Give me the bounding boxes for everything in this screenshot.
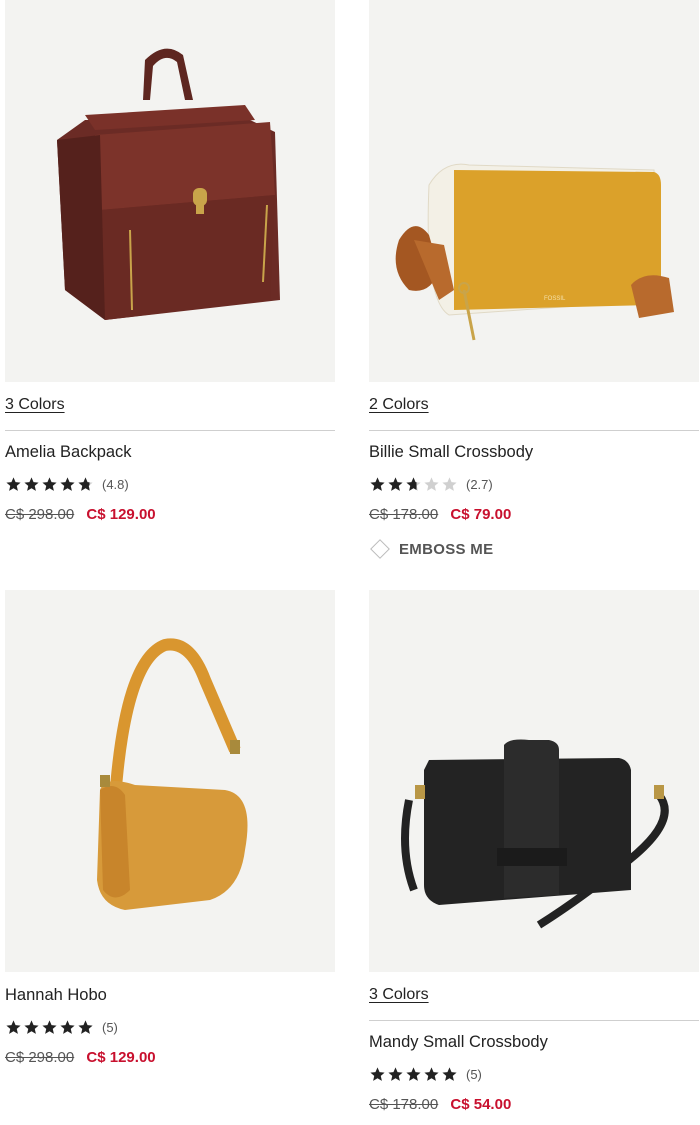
- product-image[interactable]: [369, 590, 699, 972]
- rating-stars: [369, 1066, 459, 1083]
- star-icon: [60, 1019, 75, 1034]
- star-icon: [78, 476, 93, 491]
- colors-link[interactable]: 3 Colors: [5, 394, 335, 416]
- product-card[interactable]: Hannah Hobo (5) C$ 298.00 C$ 129.00: [5, 590, 335, 1068]
- rating-count: (5): [102, 1019, 118, 1035]
- rating-stars: [369, 476, 459, 493]
- product-image[interactable]: [5, 0, 335, 382]
- sale-price: C$ 79.00: [450, 506, 512, 523]
- rating-count: (4.8): [102, 476, 129, 492]
- product-image[interactable]: FOSSIL: [369, 0, 699, 382]
- rating-count: (5): [466, 1066, 482, 1082]
- crossbody-image: FOSSIL: [395, 163, 674, 341]
- colors-link[interactable]: 3 Colors: [369, 984, 699, 1006]
- emboss-label: EMBOSS ME: [399, 540, 494, 558]
- rating-stars: [5, 1019, 95, 1036]
- original-price: C$ 298.00: [5, 1049, 75, 1066]
- star-icon: [442, 1066, 457, 1081]
- original-price: C$ 178.00: [369, 506, 439, 523]
- divider: [369, 430, 699, 431]
- star-icon: [6, 476, 21, 491]
- price: C$ 178.00 C$ 79.00: [369, 505, 699, 525]
- rating: (2.7): [369, 474, 699, 494]
- sale-price: C$ 129.00: [86, 1049, 156, 1066]
- product-card[interactable]: 3 Colors Mandy Small Crossbody (5) C$ 17…: [369, 590, 699, 1115]
- star-icon: [370, 1066, 385, 1081]
- sale-price: C$ 54.00: [450, 1096, 512, 1113]
- star-icon: [6, 1019, 21, 1034]
- svg-text:FOSSIL: FOSSIL: [544, 296, 566, 302]
- diamond-icon: [370, 539, 390, 559]
- product-name[interactable]: Amelia Backpack: [5, 441, 335, 463]
- price: C$ 298.00 C$ 129.00: [5, 505, 335, 525]
- price: C$ 178.00 C$ 54.00: [369, 1095, 699, 1115]
- backpack-image: [57, 48, 280, 320]
- star-icon: [42, 1019, 57, 1034]
- divider: [369, 1020, 699, 1021]
- divider: [5, 430, 335, 431]
- price: C$ 298.00 C$ 129.00: [5, 1048, 335, 1068]
- original-price: C$ 178.00: [369, 1096, 439, 1113]
- rating: (5): [5, 1017, 335, 1037]
- rating: (5): [369, 1064, 699, 1084]
- rating: (4.8): [5, 474, 335, 494]
- star-icon: [60, 476, 75, 491]
- star-icon: [42, 476, 57, 491]
- product-card[interactable]: 3 Colors Amelia Backpack (4.8) C$ 298.00…: [5, 0, 335, 525]
- star-icon: [424, 1066, 439, 1081]
- emboss-me-link[interactable]: EMBOSS ME: [369, 538, 699, 560]
- star-icon: [78, 1019, 93, 1034]
- rating-stars: [5, 476, 95, 493]
- original-price: C$ 298.00: [5, 506, 75, 523]
- product-card[interactable]: FOSSIL 2 Colors Billie Small Crossbody (…: [369, 0, 699, 560]
- star-icon: [406, 476, 421, 491]
- rating-count: (2.7): [466, 476, 493, 492]
- star-icon: [406, 1066, 421, 1081]
- product-name[interactable]: Mandy Small Crossbody: [369, 1031, 699, 1053]
- hobo-image: [97, 638, 248, 910]
- star-icon: [424, 476, 439, 491]
- star-icon: [442, 476, 457, 491]
- crossbody-image: [401, 739, 669, 929]
- star-icon: [388, 1066, 403, 1081]
- colors-link[interactable]: 2 Colors: [369, 394, 699, 416]
- product-name[interactable]: Hannah Hobo: [5, 984, 335, 1006]
- star-icon: [388, 476, 403, 491]
- star-icon: [370, 476, 385, 491]
- star-icon: [24, 1019, 39, 1034]
- star-icon: [24, 476, 39, 491]
- product-image[interactable]: [5, 590, 335, 972]
- sale-price: C$ 129.00: [86, 506, 156, 523]
- product-name[interactable]: Billie Small Crossbody: [369, 441, 699, 463]
